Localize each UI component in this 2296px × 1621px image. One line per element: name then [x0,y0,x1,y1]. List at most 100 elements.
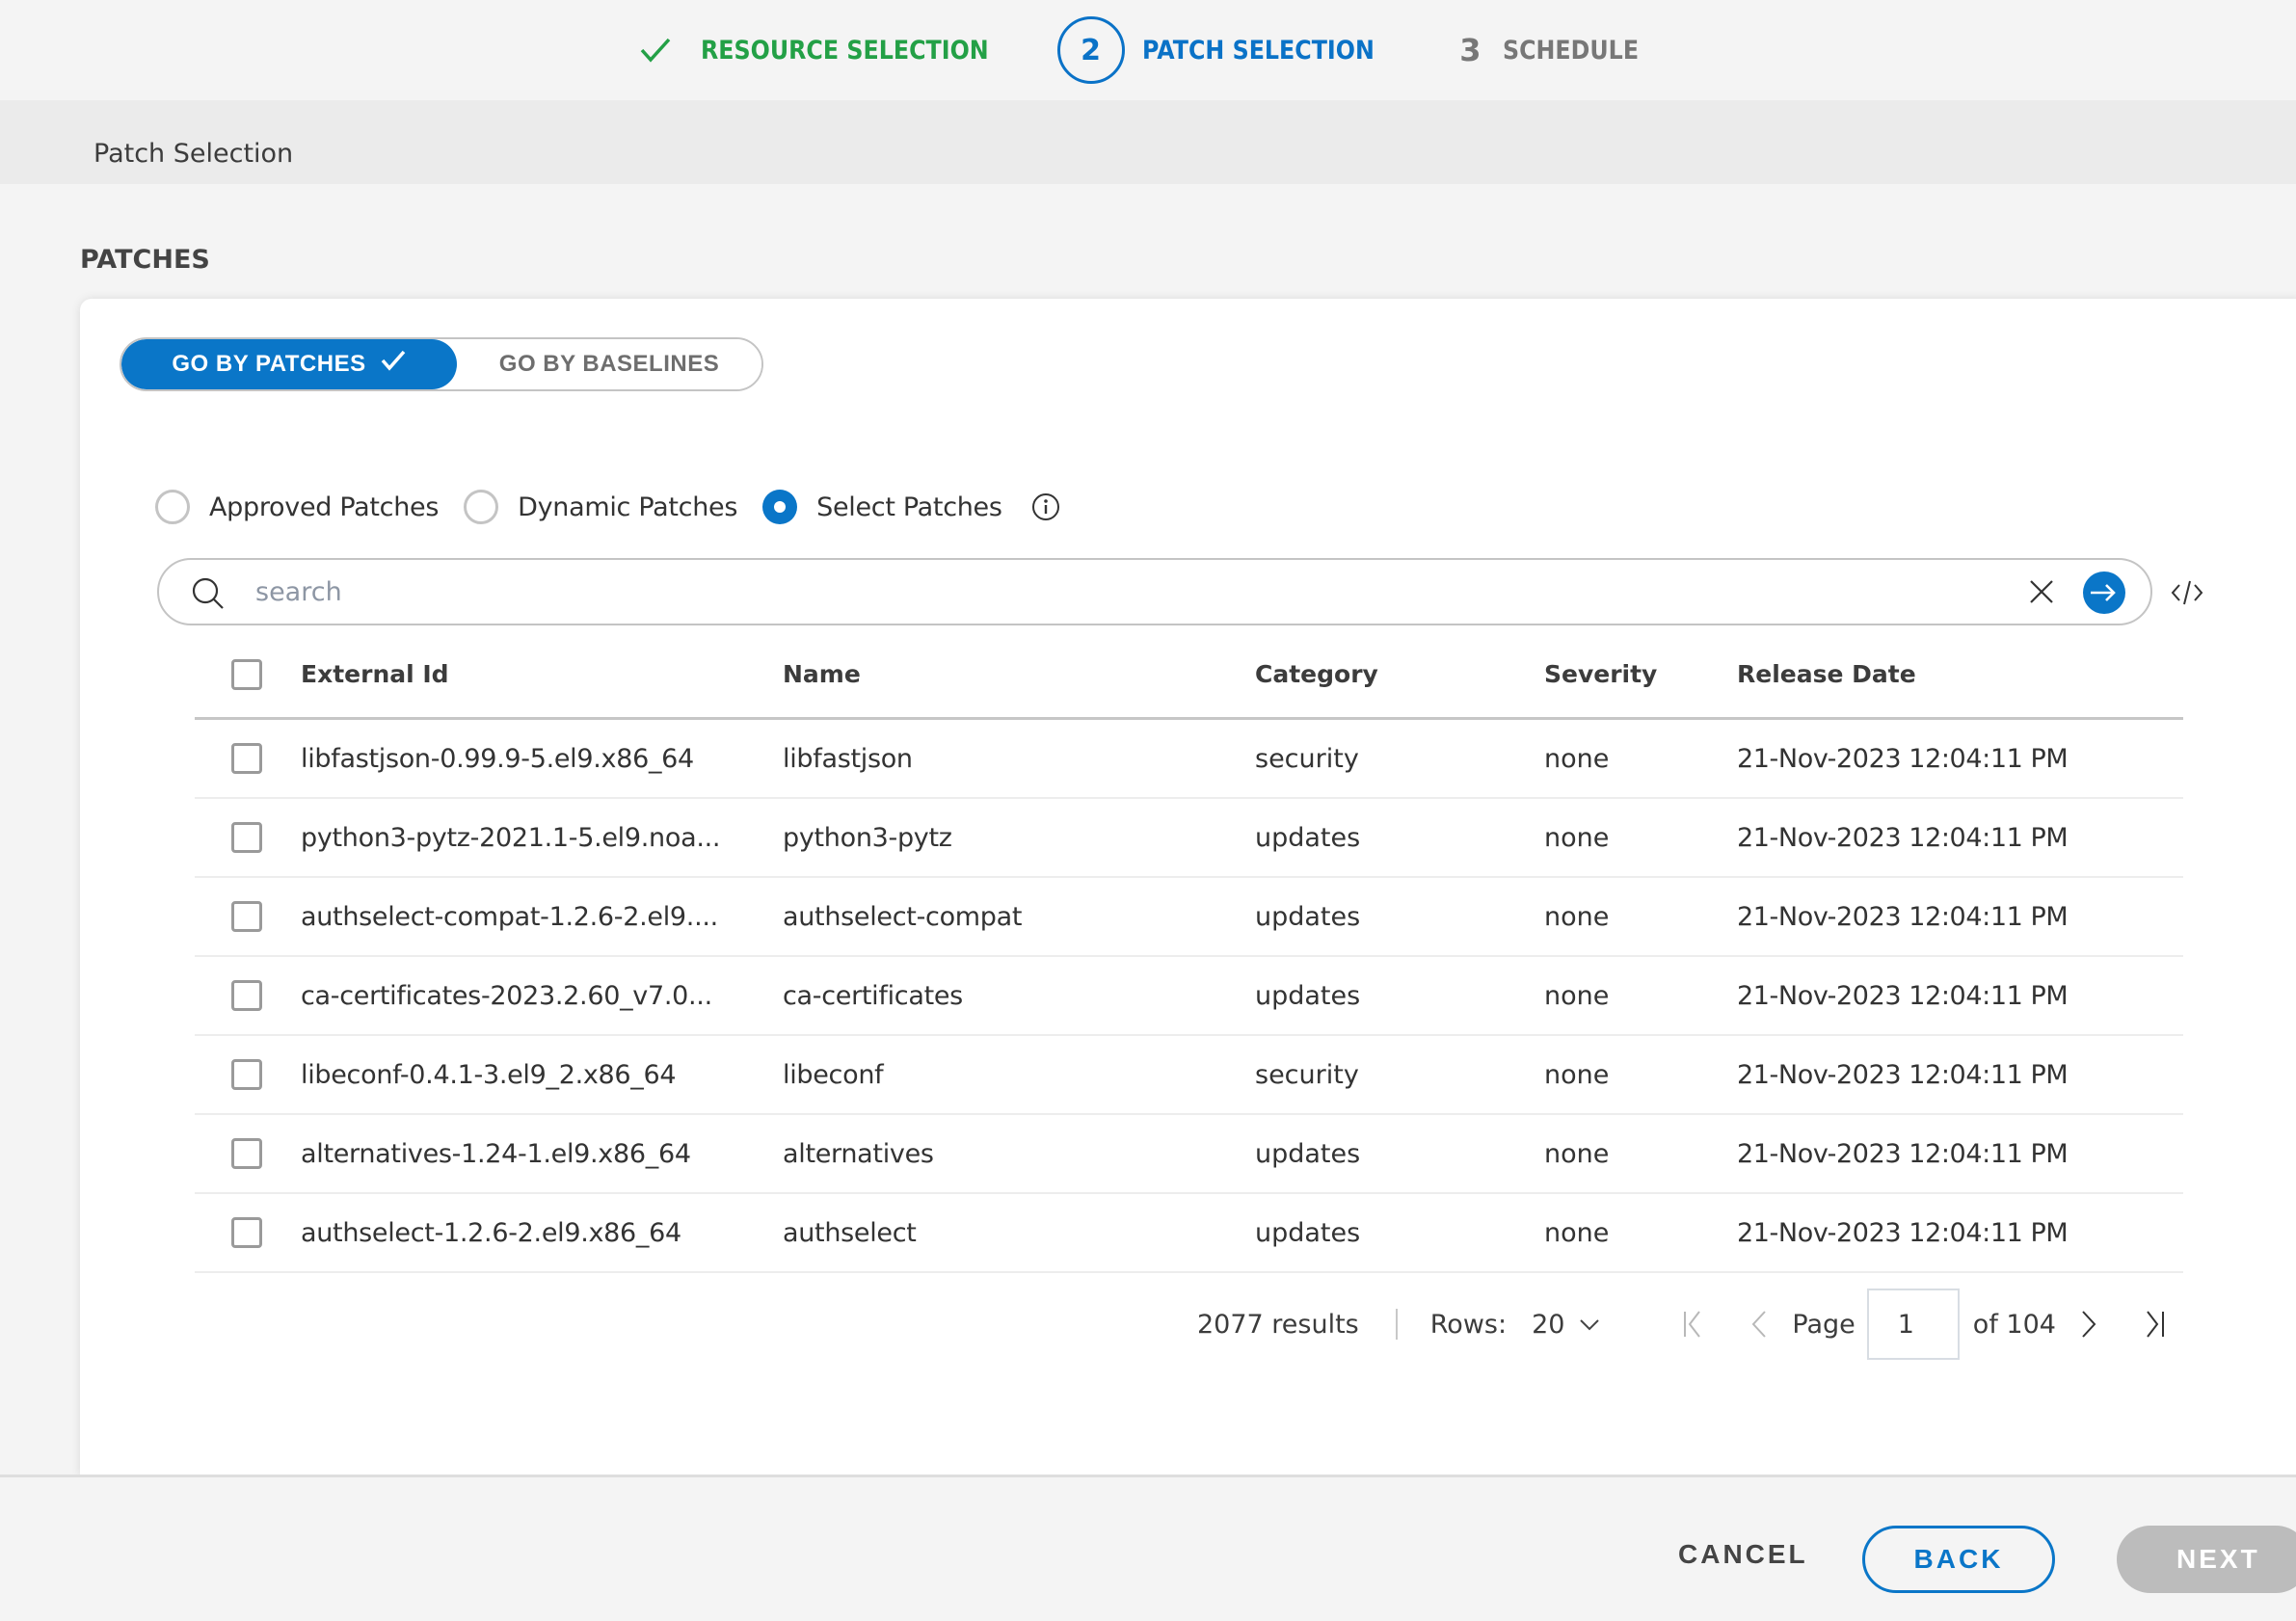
cell-name: libfastjson [783,743,913,774]
step-number-badge: 2 [1056,16,1125,84]
table-row[interactable]: libfastjson-0.99.9-5.el9.x86_64 libfastjs… [195,720,2183,799]
rows-per-page-select[interactable]: 20 [1532,1310,1601,1340]
cell-external-id: ca-certificates-2023.2.60_v7.0... [301,980,712,1011]
search-bar [157,558,2152,625]
cell-name: ca-certificates [783,980,963,1011]
table-row[interactable]: authselect-compat-1.2.6-2.el9.... authsel… [195,878,2183,957]
results-count: 2077 results [1197,1309,1359,1340]
go-by-patches-button[interactable]: GO BY PATCHES [121,339,457,389]
cell-release-date: 21-Nov-2023 12:04:11 PM [1737,822,2069,853]
cell-name: libeconf [783,1059,884,1090]
next-button: NEXT [2117,1526,2296,1593]
cell-severity: none [1544,1138,1610,1169]
info-icon[interactable] [1031,492,1060,521]
step-resource-selection[interactable]: RESOURCE SELECTION [639,36,1028,66]
cell-severity: none [1544,1217,1610,1248]
table-row[interactable]: alternatives-1.24-1.el9.x86_64 alternativ… [195,1115,2183,1194]
radio-label: Approved Patches [209,492,440,522]
chevron-down-icon [1580,1319,1600,1331]
back-button[interactable]: BACK [1862,1526,2055,1593]
table-row[interactable]: authselect-1.2.6-2.el9.x86_64 authselect u… [195,1194,2183,1273]
cell-external-id: python3-pytz-2021.1-5.el9.noa... [301,822,721,853]
page-number-input[interactable] [1866,1289,1960,1360]
table-body: libfastjson-0.99.9-5.el9.x86_64 libfastjs… [195,720,2183,1273]
radio-dynamic-patches[interactable]: Dynamic Patches [464,490,737,524]
first-page-icon[interactable] [1682,1308,1705,1341]
row-checkbox[interactable] [231,901,262,932]
cell-severity: none [1544,822,1610,853]
patch-source-radio-group: Approved Patches Dynamic Patches Select … [155,488,1060,526]
row-checkbox[interactable] [231,822,262,853]
column-header-release-date[interactable]: Release Date [1737,660,2122,688]
row-checkbox[interactable] [231,980,262,1011]
column-header-category[interactable]: Category [1255,660,1544,688]
cell-release-date: 21-Nov-2023 12:04:11 PM [1737,1217,2069,1248]
cell-category: security [1255,743,1359,774]
table-row[interactable]: libeconf-0.4.1-3.el9_2.x86_64 libeconf sec… [195,1036,2183,1115]
search-icon [192,577,224,609]
radio-button[interactable] [464,490,499,524]
radio-label: Select Patches [816,492,1002,522]
mode-toggle: GO BY PATCHES GO BY BASELINES [120,337,763,391]
arrow-right-icon [2091,584,2116,601]
cell-category: updates [1255,822,1361,853]
cell-external-id: libeconf-0.4.1-3.el9_2.x86_64 [301,1059,677,1090]
cell-category: updates [1255,901,1361,932]
cell-release-date: 21-Nov-2023 12:04:11 PM [1737,1138,2069,1169]
row-checkbox[interactable] [231,743,262,774]
row-checkbox[interactable] [231,1217,262,1248]
previous-page-icon[interactable] [1748,1308,1771,1341]
column-header-severity[interactable]: Severity [1544,660,1737,688]
last-page-icon[interactable] [2143,1308,2166,1341]
column-header-external-id[interactable]: External Id [301,660,783,688]
patches-card: GO BY PATCHES GO BY BASELINES Approved P… [80,299,2296,1476]
radio-label: Dynamic Patches [518,492,738,522]
cell-name: authselect [783,1217,917,1248]
cell-name: python3-pytz [783,822,952,853]
table-row[interactable]: python3-pytz-2021.1-5.el9.noa... python3-… [195,799,2183,878]
pagination: 2077 results Rows: 20 Page of 104 [1197,1289,2187,1360]
patches-table: External Id Name Category Severity Relea… [195,631,2183,1273]
page-label: Page [1792,1309,1855,1340]
step-patch-selection: 2 PATCH SELECTION [1056,16,1406,84]
cell-external-id: authselect-compat-1.2.6-2.el9.... [301,901,718,932]
row-checkbox[interactable] [231,1059,262,1090]
step-schedule: 3 SCHEDULE [1459,32,1657,68]
cell-external-id: alternatives-1.24-1.el9.x86_64 [301,1138,691,1169]
step-number: 3 [1459,32,1482,68]
code-icon[interactable] [2170,578,2204,607]
rows-label: Rows: [1429,1309,1508,1340]
cell-release-date: 21-Nov-2023 12:04:11 PM [1737,1059,2069,1090]
cell-release-date: 21-Nov-2023 12:04:11 PM [1737,901,2069,932]
toggle-label: GO BY PATCHES [172,351,366,377]
close-icon[interactable] [2028,578,2055,605]
radio-select-patches[interactable]: Select Patches [762,490,1002,524]
search-input[interactable] [255,570,1894,614]
cell-category: security [1255,1059,1359,1090]
radio-button[interactable] [762,490,798,524]
divider [1395,1309,1398,1340]
cell-external-id: libfastjson-0.99.9-5.el9.x86_64 [301,743,694,774]
check-icon [640,38,671,63]
search-submit-button[interactable] [2083,571,2125,614]
check-icon [381,350,405,371]
rows-per-page-value: 20 [1532,1309,1565,1340]
select-all-checkbox[interactable] [231,658,262,690]
column-header-name[interactable]: Name [783,660,1255,688]
radio-button[interactable] [155,490,190,524]
step-label: RESOURCE SELECTION [701,35,989,66]
go-by-baselines-button[interactable]: GO BY BASELINES [457,339,761,389]
cell-severity: none [1544,1059,1610,1090]
next-page-icon[interactable] [2077,1308,2100,1341]
row-checkbox[interactable] [231,1138,262,1169]
cell-external-id: authselect-1.2.6-2.el9.x86_64 [301,1217,681,1248]
radio-approved-patches[interactable]: Approved Patches [155,490,439,524]
cancel-button[interactable]: CANCEL [1678,1539,1808,1570]
table-row[interactable]: ca-certificates-2023.2.60_v7.0... ca-cert… [195,957,2183,1036]
cell-severity: none [1544,980,1610,1011]
cell-severity: none [1544,743,1610,774]
cell-category: updates [1255,1217,1361,1248]
cell-category: updates [1255,1138,1361,1169]
cell-severity: none [1544,901,1610,932]
table-header: External Id Name Category Severity Relea… [195,631,2183,720]
